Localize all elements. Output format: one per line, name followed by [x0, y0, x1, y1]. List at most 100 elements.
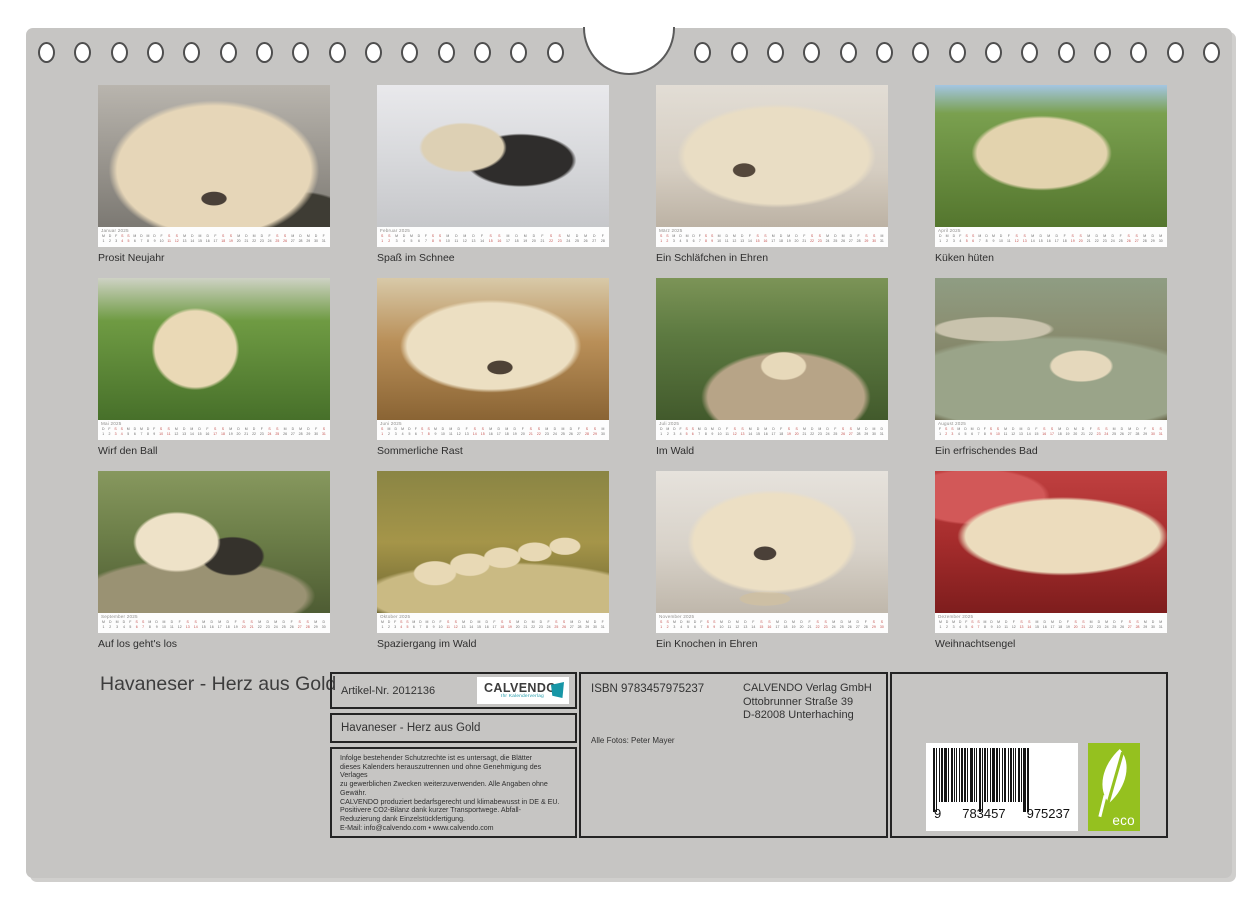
mini-calendar-day: D4 [959, 620, 962, 629]
mini-calendar-day: D2 [109, 620, 112, 629]
mini-calendar-day: M6 [971, 427, 974, 436]
mini-calendar-day: S18 [500, 620, 504, 629]
mini-calendar-day: F26 [1120, 620, 1124, 629]
mini-calendar-day: M26 [841, 234, 845, 243]
mini-calendar-day: D6 [694, 620, 697, 629]
mini-calendar-day: F14 [480, 234, 484, 243]
month-caption: Wirf den Ball [98, 445, 330, 458]
mini-calendar-day: M23 [818, 427, 822, 436]
mini-calendar-day: F31 [601, 620, 605, 629]
mini-calendar-day: D29 [864, 427, 868, 436]
barcode-bar [990, 748, 991, 802]
mini-calendar-day: S25 [275, 234, 279, 243]
binding-hole [329, 42, 346, 63]
mini-calendar-day: D23 [266, 620, 270, 629]
mini-calendar-day: D11 [728, 620, 732, 629]
mini-calendar-days: M1D2M3D4F5S6S7M8D9M10D11F12S13S14M15D16M… [101, 620, 327, 629]
mini-calendar-day: D9 [432, 620, 435, 629]
mini-calendar-day: D8 [705, 427, 708, 436]
mini-calendar-day: F19 [234, 620, 238, 629]
article-number-box: Artikel-Nr. 2012136 CALVENDO Ihr Kalende… [330, 672, 577, 709]
mini-calendar-day: F13 [465, 427, 469, 436]
mini-calendar-day: D24 [553, 427, 557, 436]
mini-calendar-day: D20 [237, 427, 241, 436]
barcode-bar [979, 748, 981, 812]
mini-calendar-day: D5 [408, 427, 411, 436]
mini-calendar-day: F29 [1143, 427, 1147, 436]
binding-hole [256, 42, 273, 63]
mini-calendar-day: F25 [833, 427, 837, 436]
mini-calendar-day: S12 [454, 620, 458, 629]
mini-calendar-day: M24 [1105, 620, 1109, 629]
mini-calendar-day: S5 [685, 427, 687, 436]
month-photo [377, 471, 609, 613]
month-caption: Küken hüten [935, 252, 1167, 265]
eco-badge: eco [1088, 743, 1140, 831]
mini-calendar-day: S6 [692, 427, 694, 436]
mini-calendar-day: D9 [153, 234, 156, 243]
mini-calendar-day: M3 [952, 620, 955, 629]
mini-calendar-day: M19 [792, 620, 796, 629]
mini-calendar-strip: April 2025D1M2D3F4S5S6M7D8M9D10F11S12S13… [935, 227, 1167, 247]
mini-calendar-day: F18 [1063, 234, 1067, 243]
barcode-bar [1015, 748, 1016, 802]
mini-calendar-day: M5 [410, 234, 413, 243]
mini-calendar-day: S28 [1136, 620, 1140, 629]
month-photo [656, 471, 888, 613]
mini-calendar-day: S20 [242, 620, 246, 629]
mini-calendar-day: F12 [1012, 620, 1016, 629]
binding-hole [510, 42, 527, 63]
mini-calendar-day: D18 [515, 234, 519, 243]
mini-calendar-day: F7 [425, 234, 427, 243]
barcode-bar [999, 748, 1000, 802]
barcode-bar [987, 748, 988, 802]
mini-calendar-day: D16 [206, 234, 210, 243]
mini-calendar-day: D7 [419, 620, 422, 629]
mini-calendar-day: D10 [999, 234, 1003, 243]
binding-hole [731, 42, 748, 63]
mini-calendar-day: M15 [477, 620, 481, 629]
mini-calendar-day: D3 [953, 234, 956, 243]
barcode-bar [967, 748, 968, 802]
mini-calendar-day: D3 [673, 427, 676, 436]
mini-calendar-day: D28 [299, 234, 303, 243]
mini-calendar-day: D28 [1135, 427, 1139, 436]
mini-calendar-day: M3 [672, 234, 675, 243]
mini-calendar-day: M8 [148, 620, 151, 629]
month-caption: Im Wald [656, 445, 888, 458]
mini-calendar-day: M27 [291, 234, 295, 243]
mini-calendar-strip: November 2025S1S2M3D4M5D6F7S8S9M10D11M12… [656, 613, 888, 633]
mini-calendar-day: F6 [415, 427, 417, 436]
mini-calendar-day: D12 [457, 427, 461, 436]
mini-calendar-day: F7 [699, 234, 701, 243]
mini-calendar-day: M10 [720, 620, 724, 629]
mini-calendar-day: S9 [990, 427, 992, 436]
mini-calendar-day: S27 [849, 427, 853, 436]
mini-calendar-day: F17 [493, 620, 497, 629]
mini-calendar-day: S14 [473, 427, 477, 436]
binding-hole [803, 42, 820, 63]
mini-calendar-day: S20 [1079, 234, 1083, 243]
barcode-bar [1004, 748, 1006, 802]
mini-calendar-day: D24 [826, 427, 830, 436]
mini-calendar-day: S24 [1104, 427, 1108, 436]
mini-calendar-day: F2 [108, 427, 110, 436]
mini-calendar-day: S17 [213, 427, 217, 436]
barcode-bars [933, 748, 1071, 810]
mini-calendar-day: S15 [489, 234, 493, 243]
barcode-bar [992, 748, 995, 802]
mini-calendar-day: M5 [687, 620, 690, 629]
binding-hole [74, 42, 91, 63]
mini-calendar-day: S14 [194, 620, 198, 629]
binding-hole [111, 42, 128, 63]
mini-calendar-day: D7 [140, 234, 143, 243]
mini-calendar-day: D2 [388, 620, 391, 629]
mini-calendar-day: S13 [1020, 620, 1024, 629]
mini-calendar-day: M10 [446, 234, 450, 243]
binding-hole [547, 42, 564, 63]
calendar-title: Havaneser - Herz aus Gold [100, 673, 340, 695]
mini-calendar-day: D30 [322, 620, 326, 629]
mini-calendar-day: M27 [1128, 427, 1132, 436]
mini-calendar-days: M1D2F3S4S5M6D7M8D9F10S11S12M13D14M15D16F… [101, 234, 327, 243]
mini-calendar-day: D27 [849, 234, 853, 243]
